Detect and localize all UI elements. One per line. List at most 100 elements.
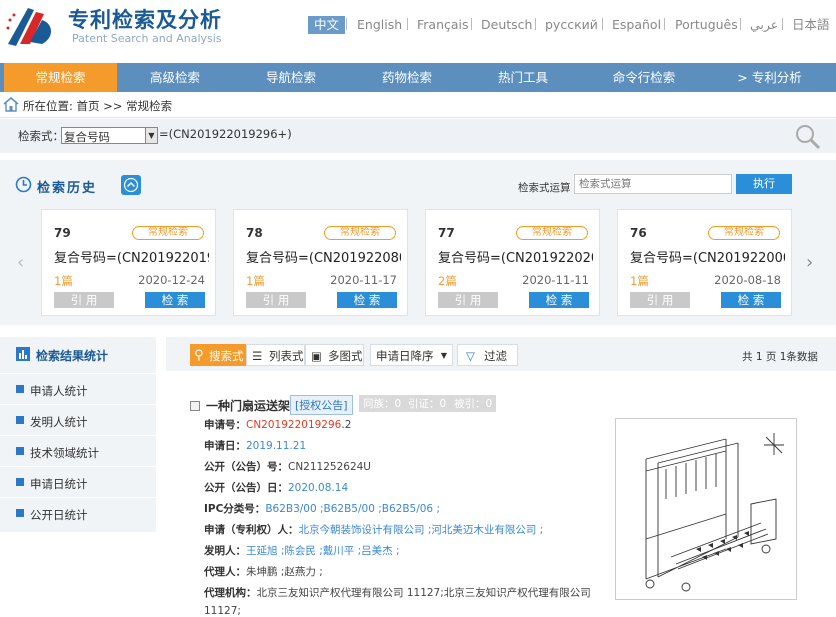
nav-navigation-search[interactable]: 导航检索	[233, 63, 349, 92]
sort-select[interactable]: 申请日降序 ▼	[370, 344, 453, 366]
field-label: 代理人：	[204, 566, 246, 578]
nav-advanced-search[interactable]: 高级检索	[117, 63, 233, 92]
chevron-right-icon[interactable]: ›	[806, 252, 813, 273]
card-count: 1篇	[54, 274, 73, 288]
list-mode-label: 列表式	[269, 349, 304, 363]
list-icon: ☰	[252, 349, 263, 363]
application-date-link[interactable]: 2019.11.21	[246, 440, 306, 452]
lang-separator	[602, 18, 603, 30]
card-expression: 复合号码=(CN201922080000+)	[246, 251, 401, 266]
lang-japanese[interactable]: 日本語	[792, 16, 830, 34]
stat-label: 申请人统计	[30, 384, 88, 398]
lang-separator	[471, 18, 472, 30]
plus-icon	[16, 478, 24, 486]
lang-spanish[interactable]: Español	[612, 16, 661, 34]
lang-separator	[664, 18, 665, 30]
expr-op-input[interactable]	[574, 174, 732, 194]
execute-button[interactable]: 执行	[736, 174, 792, 194]
cite-button[interactable]: 引 用	[630, 292, 690, 308]
collapse-history-button[interactable]	[121, 175, 141, 195]
card-number: 78	[246, 226, 263, 240]
nav-command-search[interactable]: 命令行检索	[581, 63, 707, 92]
history-card: 76 常规检索 复合号码=(CN201922000000+) 1篇 2020-0…	[617, 209, 792, 316]
search-field-select-value: 复合号码	[64, 130, 110, 144]
stat-apply-date[interactable]: 申请日统计	[0, 466, 156, 497]
field-label: 公开（公告）日：	[204, 482, 288, 494]
lang-french[interactable]: Français	[417, 16, 469, 34]
nav-hot-tools[interactable]: 热门工具	[465, 63, 581, 92]
breadcrumb-text[interactable]: 所在位置: 首页 >> 常规检索	[23, 98, 172, 114]
search-expression[interactable]: =(CN201922019296+)	[159, 127, 292, 141]
chevron-down-icon: ▼	[145, 128, 157, 143]
applicant-links[interactable]: 北京今朝装饰设计有限公司 ;河北美迈木业有限公司 ;	[299, 524, 544, 536]
field-label: 公开（公告）号：	[204, 461, 288, 473]
card-badge: 常规检索	[324, 226, 396, 240]
result-checkbox[interactable]	[190, 401, 200, 411]
search-icon[interactable]	[794, 123, 822, 154]
card-badge: 常规检索	[708, 226, 780, 240]
search-label: 检索式：	[18, 129, 64, 143]
history-card: 77 常规检索 复合号码=(CN201922020000+) 2篇 2020-1…	[425, 209, 600, 316]
chevron-left-icon[interactable]: ‹	[17, 252, 24, 273]
search-button[interactable]: 检 索	[529, 292, 589, 308]
field-inventor: 发明人：王延旭 ;陈会民 ;戴川平 ;吕美杰 ;	[204, 541, 400, 559]
field-applicant: 申请（专利权）人：北京今朝装饰设计有限公司 ;河北美迈木业有限公司 ;	[204, 520, 543, 538]
field-application-date: 申请日：2019.11.21	[204, 436, 306, 454]
cite-button[interactable]: 引 用	[438, 292, 498, 308]
publication-number: CN211252624U	[288, 461, 371, 473]
lang-russian[interactable]: русский	[545, 16, 598, 34]
field-ipc: IPC分类号：B62B3/00 ;B62B5/00 ;B62B5/06 ;	[204, 499, 440, 517]
citing-count[interactable]: 被引：0	[450, 395, 497, 412]
stat-applicant[interactable]: 申请人统计	[0, 373, 156, 404]
stat-label: 申请日统计	[30, 477, 88, 491]
cite-button[interactable]: 引 用	[246, 292, 306, 308]
field-publication-date: 公开（公告）日：2020.08.14	[204, 478, 348, 496]
inventor-links[interactable]: 王延旭 ;陈会民 ;戴川平 ;吕美杰 ;	[246, 545, 400, 557]
card-date: 2020-11-11	[522, 273, 589, 287]
lang-german[interactable]: Deutsch	[481, 16, 532, 34]
list-mode-tab[interactable]: ☰ 列表式	[246, 344, 305, 366]
nav-patent-analysis[interactable]: > 专利分析	[707, 63, 832, 92]
field-label: 申请（专利权）人：	[204, 524, 299, 536]
application-number-suffix: .2	[341, 419, 352, 431]
field-agency: 代理机构：北京三友知识产权代理有限公司 11127;北京三友知识产权代理有限公司	[204, 583, 591, 601]
publication-date-link[interactable]: 2020.08.14	[288, 482, 348, 494]
cite-button[interactable]: 引 用	[54, 292, 114, 308]
agent-names: 朱坤鹏 ;赵燕力 ;	[246, 566, 323, 578]
search-button[interactable]: 检 索	[337, 292, 397, 308]
search-button[interactable]: 检 索	[145, 292, 205, 308]
search-mode-tab[interactable]: ⚲ 搜索式	[190, 344, 246, 366]
card-number: 79	[54, 226, 71, 240]
cited-count[interactable]: 引证：0	[404, 395, 451, 412]
field-agent: 代理人：朱坤鹏 ;赵燕力 ;	[204, 562, 323, 580]
lang-arabic[interactable]: عربي	[750, 16, 778, 34]
results-toolbar: ⚲ 搜索式 ☰ 列表式 ▣ 多图式 申请日降序 ▼ ▽ 过滤 共 1 页 1条数…	[166, 337, 836, 371]
card-number: 76	[630, 226, 647, 240]
lang-portuguese[interactable]: Português	[675, 16, 738, 34]
plus-icon	[16, 385, 24, 393]
nav-drug-search[interactable]: 药物检索	[349, 63, 465, 92]
history-card: 79 常规检索 复合号码=(CN201922019296+) 1篇 2020-1…	[41, 209, 216, 316]
filter-button[interactable]: ▽ 过滤	[457, 344, 518, 366]
stat-publish-date[interactable]: 公开日统计	[0, 497, 156, 528]
family-count[interactable]: 同族：0	[359, 395, 406, 412]
result-title[interactable]: 一种门扇运送架	[206, 397, 290, 414]
multi-image-tab[interactable]: ▣ 多图式	[305, 344, 364, 366]
lang-chinese[interactable]: 中文	[308, 16, 346, 34]
card-expression: 复合号码=(CN201922000000+)	[630, 251, 785, 266]
patent-drawing-figure	[645, 433, 784, 592]
search-field-select[interactable]: 复合号码 ▼	[61, 127, 158, 144]
brand-subtitle: Patent Search and Analysis	[72, 32, 222, 45]
search-button[interactable]: 检 索	[721, 292, 781, 308]
card-count: 2篇	[438, 274, 457, 288]
stat-tech-field[interactable]: 技术领域统计	[0, 435, 156, 466]
lang-english[interactable]: English	[357, 16, 402, 34]
patent-drawing[interactable]	[615, 418, 797, 600]
field-application-number: 申请号：CN201922019296.2	[204, 415, 351, 433]
lang-separator	[740, 18, 741, 30]
nav-regular-search[interactable]: 常规检索	[4, 63, 117, 92]
stat-inventor[interactable]: 发明人统计	[0, 404, 156, 435]
application-number-link[interactable]: CN201922019296	[246, 419, 341, 431]
plus-icon	[16, 416, 24, 424]
ipc-links[interactable]: B62B3/00 ;B62B5/00 ;B62B5/06 ;	[265, 503, 440, 515]
